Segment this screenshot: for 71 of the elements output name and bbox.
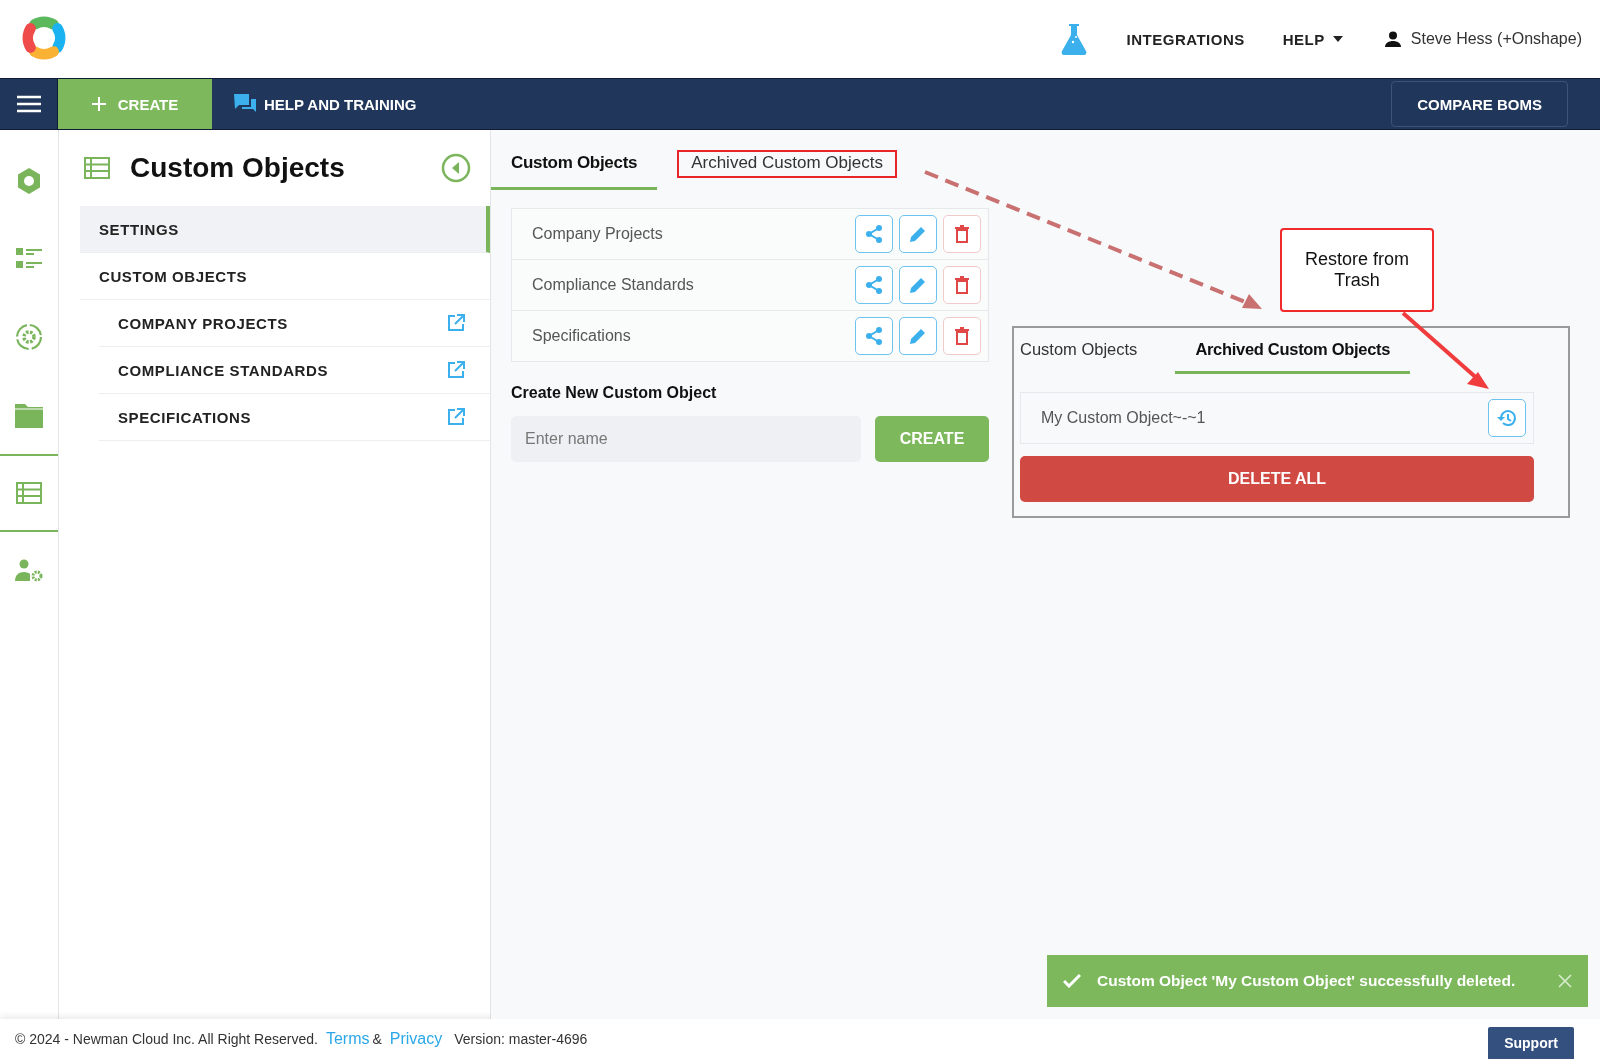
- history-icon: [1497, 409, 1517, 427]
- share-icon: [865, 327, 883, 345]
- trash-icon: [955, 327, 969, 345]
- rail-item[interactable]: [0, 454, 58, 532]
- table-icon: [16, 482, 42, 504]
- chat-icon: [234, 94, 256, 114]
- compare-boms-button[interactable]: COMPARE BOMS: [1391, 81, 1568, 127]
- sidebar-item[interactable]: CUSTOM OBJECTS: [80, 253, 490, 300]
- object-name: Compliance Standards: [532, 276, 695, 294]
- restore-button[interactable]: [1488, 399, 1526, 437]
- delete-button[interactable]: [943, 317, 981, 355]
- list-icon: [16, 248, 42, 270]
- gear-cycle-icon: [14, 322, 44, 352]
- panel-title: Custom Objects: [130, 152, 345, 184]
- user-gear-icon: [15, 559, 43, 583]
- object-name: Specifications: [532, 327, 632, 345]
- delete-all-button[interactable]: DELETE ALL: [1020, 456, 1534, 502]
- plus-icon: [91, 97, 106, 111]
- external-link-icon[interactable]: [447, 361, 465, 379]
- tab[interactable]: Archived Custom Objects: [1175, 328, 1411, 374]
- share-button[interactable]: [855, 317, 893, 355]
- help-training-button[interactable]: HELP AND TRAINING: [212, 79, 417, 129]
- help-menu[interactable]: HELP: [1282, 30, 1343, 48]
- ampersand-text: &: [372, 1031, 382, 1047]
- tab[interactable]: Custom Objects: [491, 138, 658, 190]
- edit-button[interactable]: [899, 317, 937, 355]
- pencil-icon: [909, 276, 927, 294]
- hexagon-icon: [16, 167, 42, 195]
- trash-icon: [955, 276, 969, 294]
- logo-icon[interactable]: [20, 14, 68, 62]
- version-text: Version: master-4696: [454, 1031, 588, 1047]
- sidebar-subitem-label: SPECIFICATIONS: [118, 408, 252, 426]
- name-input[interactable]: Enter name: [511, 416, 861, 462]
- integrations-link[interactable]: INTEGRATIONS: [1126, 30, 1245, 48]
- collapse-icon[interactable]: [441, 153, 471, 183]
- tab[interactable]: Custom Objects: [1020, 328, 1176, 374]
- sidebar-item[interactable]: SETTINGS: [80, 206, 490, 253]
- trash-icon: [955, 225, 969, 243]
- menu-icon: [16, 95, 41, 113]
- close-icon[interactable]: [1558, 974, 1572, 988]
- sidebar-subitem[interactable]: SPECIFICATIONS: [99, 394, 490, 441]
- pencil-icon: [909, 327, 927, 345]
- table-icon: [84, 157, 110, 179]
- person-icon: [1384, 31, 1401, 47]
- support-button[interactable]: Support: [1488, 1027, 1574, 1059]
- sidebar-subitem[interactable]: COMPLIANCE STANDARDS: [99, 347, 490, 394]
- share-button[interactable]: [855, 215, 893, 253]
- user-menu[interactable]: Steve Hess (+Onshape): [1384, 30, 1582, 48]
- check-icon: [1063, 974, 1081, 988]
- copyright-text: © 2024 - Newman Cloud Inc. All Right Reserved.: [15, 1031, 318, 1047]
- share-button[interactable]: [855, 266, 893, 304]
- edit-button[interactable]: [899, 215, 937, 253]
- object-name: Company Projects: [532, 225, 664, 243]
- tab[interactable]: Archived Custom Objects: [665, 138, 909, 190]
- create-heading: Create New Custom Object: [511, 384, 718, 402]
- delete-button[interactable]: [943, 215, 981, 253]
- share-icon: [865, 225, 883, 243]
- folder-icon: [15, 402, 43, 428]
- sidebar-subitem-label: COMPLIANCE STANDARDS: [118, 361, 329, 379]
- external-link-icon[interactable]: [447, 314, 465, 332]
- delete-button[interactable]: [943, 266, 981, 304]
- pencil-icon: [909, 225, 927, 243]
- toast-message: Custom Object 'My Custom Object' successfully deleted.: [1097, 972, 1516, 990]
- edit-button[interactable]: [899, 266, 937, 304]
- archived-object-name: My Custom Object~-~1: [1041, 409, 1207, 427]
- sidebar-subitem-label: COMPANY PROJECTS: [118, 314, 288, 332]
- callout-box: Restore from Trash: [1280, 228, 1434, 312]
- caret-icon: [1332, 36, 1343, 42]
- sidebar-subitem[interactable]: COMPANY PROJECTS: [99, 300, 490, 347]
- external-link-icon[interactable]: [447, 408, 465, 426]
- share-icon: [865, 276, 883, 294]
